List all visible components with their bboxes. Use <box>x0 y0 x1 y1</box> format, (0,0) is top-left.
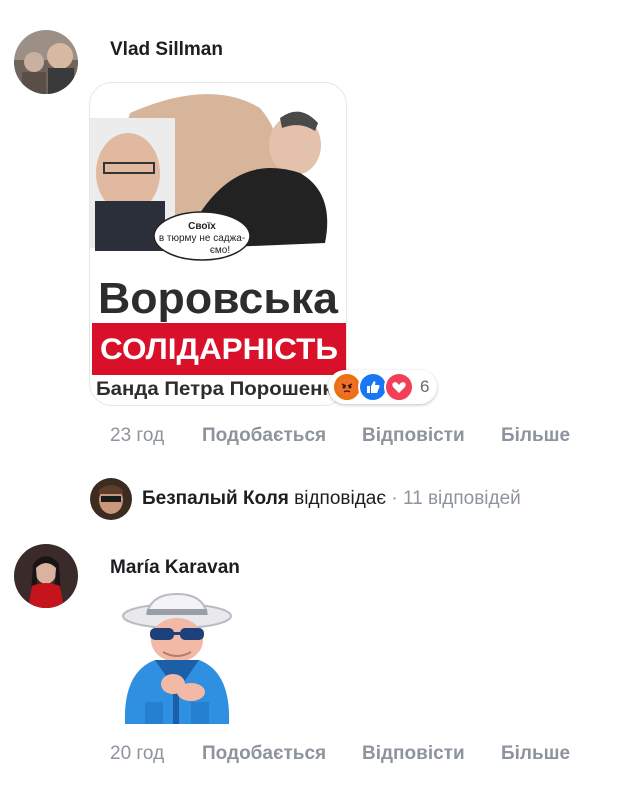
speech-bubble-text: Своїх <box>188 221 216 232</box>
svg-text:в тюрму не саджа-: в тюрму не саджа- <box>159 233 245 244</box>
reply-button[interactable]: Відповісти <box>362 743 465 765</box>
comment-author[interactable]: Vlad Sillman <box>110 39 223 61</box>
svg-text:Банда Петра Порошенка: Банда Петра Порошенка <box>96 379 344 400</box>
sticker[interactable] <box>115 592 240 732</box>
like-button[interactable]: Подобається <box>202 425 326 447</box>
svg-text:ємо!: ємо! <box>210 245 230 256</box>
like-button[interactable]: Подобається <box>202 743 326 765</box>
svg-text:Воровська: Воровська <box>98 274 339 323</box>
reply-count[interactable]: 11 відповідей <box>403 488 521 509</box>
reply-author[interactable]: Безпалый Коля <box>142 488 289 509</box>
love-icon <box>384 372 414 402</box>
avatar[interactable] <box>14 30 78 94</box>
svg-text:СОЛІДАРНІСТЬ: СОЛІДАРНІСТЬ <box>100 333 338 366</box>
replies-summary[interactable]: Безпалый Коля відповідає · 11 відповідей <box>142 488 521 510</box>
more-button[interactable]: Більше <box>501 743 570 765</box>
avatar[interactable] <box>14 544 78 608</box>
comment-timestamp[interactable]: 20 год <box>110 743 164 765</box>
comment-image[interactable]: Своїх в тюрму не саджа- ємо! Воровська С… <box>90 83 346 405</box>
reply-avatar[interactable] <box>90 478 132 520</box>
reactions-count: 6 <box>420 377 430 396</box>
comment-author[interactable]: María Karavan <box>110 557 240 579</box>
more-button[interactable]: Більше <box>501 425 570 447</box>
reply-verb: відповідає <box>294 488 387 509</box>
reply-button[interactable]: Відповісти <box>362 425 465 447</box>
reactions-summary[interactable]: 6 <box>328 370 438 404</box>
reply-separator: · <box>386 488 403 509</box>
comment-timestamp[interactable]: 23 год <box>110 425 164 447</box>
